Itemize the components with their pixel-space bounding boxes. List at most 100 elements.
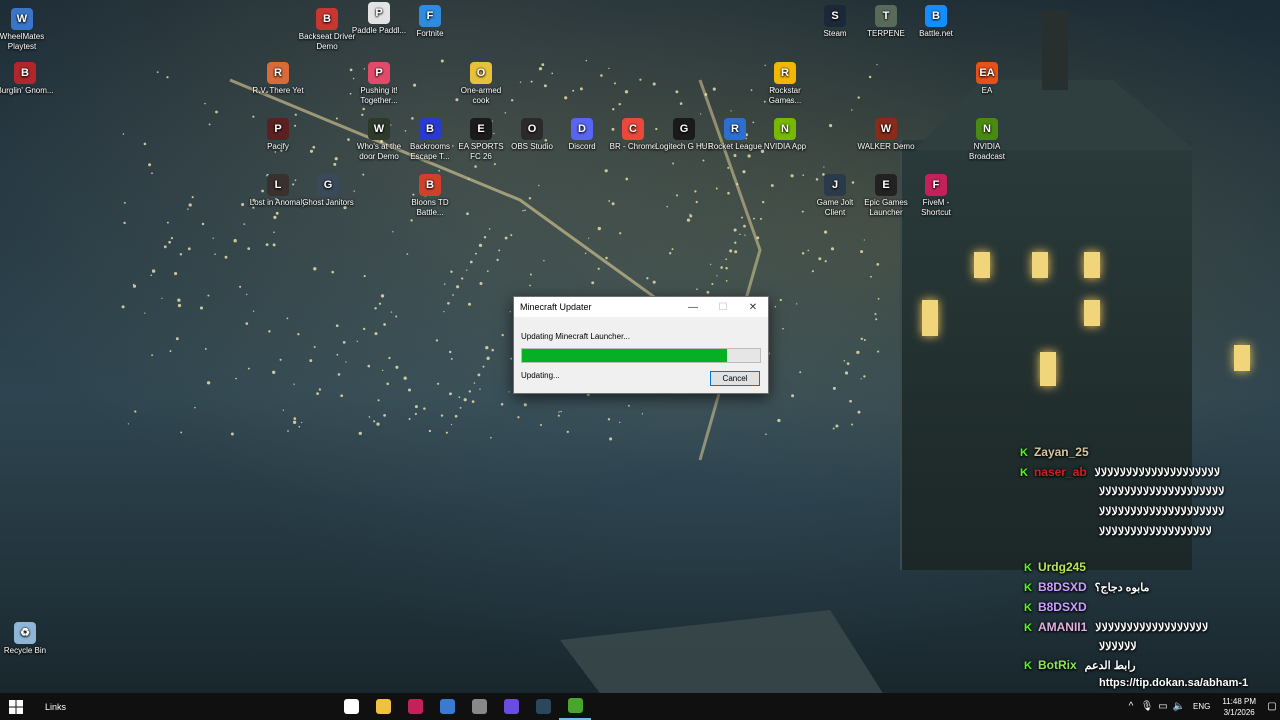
- clock[interactable]: 11:48 PM 3/1/2026: [1222, 696, 1256, 718]
- chat-message: ﻻﻻﻻﻻﻻﻻﻻﻻﻻﻻﻻﻻﻻﻻﻻﻻﻻﻻﻻﻻ: [1099, 485, 1224, 498]
- chat-text: ﻻﻻﻻﻻﻻﻻﻻﻻﻻﻻﻻﻻﻻﻻﻻﻻﻻﻻﻻﻻ: [1099, 506, 1225, 518]
- chat-text: ﻻﻻﻻﻻﻻﻻﻻﻻﻻﻻﻻﻻﻻﻻﻻﻻﻻﻻﻻﻻ: [1094, 467, 1221, 479]
- chat-username: naser_ab: [1033, 465, 1087, 479]
- taskbar-app-minecraft[interactable]: [559, 693, 591, 720]
- desktop-icon-ea[interactable]: EA EA: [958, 62, 1016, 96]
- chat-message: K Zayan_25: [1020, 445, 1089, 459]
- file-explorer-icon: [375, 699, 391, 714]
- house-window: [1234, 345, 1250, 371]
- taskbar-app-file-explorer[interactable]: [367, 693, 399, 720]
- desktop-icon-pacify[interactable]: P Pacify: [249, 118, 307, 152]
- one-armed-cook-icon: O: [470, 62, 492, 84]
- desktop-icon-who-s-at-the-door-demo[interactable]: W Who's at the door Demo: [350, 118, 408, 162]
- desktop-icon-one-armed-cook[interactable]: O One-armed cook: [452, 62, 510, 106]
- desktop-icon-label: Pushing it! Together...: [360, 86, 398, 105]
- desktop-icon-rockstar-games[interactable]: R Rockstar Games...: [756, 62, 814, 106]
- clock-time: 11:48 PM: [1222, 696, 1256, 706]
- language-indicator[interactable]: ENG: [1193, 702, 1210, 711]
- taskbar-app-steelseries[interactable]: [335, 693, 367, 720]
- progress-fill: [522, 349, 727, 362]
- desktop-icon-nvidia-app[interactable]: N NVIDIA App: [756, 118, 814, 152]
- start-button[interactable]: [0, 693, 32, 720]
- cancel-button[interactable]: Cancel: [710, 371, 760, 386]
- desktop-icon-ghost-janitors[interactable]: G Ghost Janitors: [299, 174, 357, 208]
- chat-text: رابط الدعم: [1084, 660, 1136, 672]
- desktop-icon-backseat-driver-demo[interactable]: B Backseat Driver Demo: [298, 8, 356, 52]
- dialog-titlebar[interactable]: Minecraft Updater — ☐ ✕: [514, 297, 768, 317]
- desktop-icon-wheelmates-playtest[interactable]: W WheelMates Playtest: [0, 8, 51, 52]
- notification-icon[interactable]: ▢: [1264, 701, 1280, 712]
- chevron-up-icon[interactable]: ^: [1123, 701, 1139, 712]
- desktop-icon-label: NVIDIA App: [763, 142, 807, 151]
- nvidia-broadcast-icon: N: [976, 118, 998, 140]
- kick-badge-icon: K: [1024, 622, 1032, 634]
- network-icon[interactable]: ▭: [1155, 701, 1171, 712]
- chat-username: AMANII1: [1037, 620, 1088, 634]
- desktop-icon-discord[interactable]: D Discord: [553, 118, 611, 152]
- volume-icon[interactable]: 🔈: [1171, 701, 1187, 712]
- backseat-driver-demo-icon: B: [316, 8, 338, 30]
- desktop-icon-fivem-shortcut[interactable]: F FiveM - Shortcut: [907, 174, 965, 218]
- desktop-icon-battle-net[interactable]: B Battle.net: [907, 5, 965, 39]
- desktop-icon-ea-sports-fc-26[interactable]: E EA SPORTS FC 26: [452, 118, 510, 162]
- desktop-icon-nvidia-broadcast[interactable]: N NVIDIA Broadcast: [958, 118, 1016, 162]
- links-toolbar[interactable]: Links: [45, 702, 325, 712]
- desktop-icon-label: Game Jolt Client: [816, 198, 854, 217]
- house-window: [974, 252, 990, 278]
- who-s-at-the-door-demo-icon: W: [368, 118, 390, 140]
- taskbar-app-fivem[interactable]: [399, 693, 431, 720]
- desktop-icon-fortnite[interactable]: F Fortnite: [401, 5, 459, 39]
- obs-studio-icon: O: [521, 118, 543, 140]
- chat-text: ﻻﻻﻻﻻﻻﻻ: [1099, 641, 1137, 653]
- update-status-text: Updating Minecraft Launcher...: [521, 332, 630, 341]
- minecraft-icon: [567, 698, 583, 713]
- desktop-icon-label: Backseat Driver Demo: [298, 32, 356, 51]
- kick-badge-icon: K: [1024, 660, 1032, 672]
- close-button[interactable]: ✕: [738, 297, 768, 317]
- br-chrome-icon: C: [622, 118, 644, 140]
- walker-demo-icon: W: [875, 118, 897, 140]
- minimize-button[interactable]: —: [678, 297, 708, 317]
- desktop-icon-label: Bloons TD Battle...: [411, 198, 449, 217]
- desktop-icon-paddle-paddl[interactable]: P Paddle Paddl...: [350, 2, 408, 36]
- desktop-icon-label: Discord: [568, 142, 596, 151]
- kick-badge-icon: K: [1024, 562, 1032, 574]
- chat-username: Urdg245: [1037, 560, 1086, 574]
- fivem-icon: [407, 699, 423, 714]
- desktop-icon-r-v-there-yet[interactable]: R R.V. There Yet: [249, 62, 307, 96]
- desktop-icon-label: Paddle Paddl...: [351, 26, 407, 35]
- desktop-icon-walker-demo[interactable]: W WALKER Demo: [857, 118, 915, 152]
- taskbar-apps: [335, 693, 591, 720]
- taskbar-app-store[interactable]: [431, 693, 463, 720]
- house-chimney: [1042, 10, 1068, 90]
- desktop-icon-label: WALKER Demo: [857, 142, 915, 151]
- taskbar-app-bm[interactable]: [463, 693, 495, 720]
- rockstar-games-icon: R: [774, 62, 796, 84]
- ea-icon: EA: [976, 62, 998, 84]
- desktop-icon-game-jolt-client[interactable]: J Game Jolt Client: [806, 174, 864, 218]
- desktop-icon-recycle-bin[interactable]: ♻ Recycle Bin: [0, 622, 54, 656]
- desktop-icon-label: Logitech G HUB: [655, 142, 713, 151]
- chat-text: ﻻﻻﻻﻻﻻﻻﻻﻻﻻﻻﻻﻻﻻﻻﻻﻻﻻﻻ: [1099, 526, 1212, 538]
- desktop-icon-logitech-g-hub[interactable]: G Logitech G HUB: [655, 118, 713, 152]
- desktop-icon-label: Fortnite: [416, 29, 444, 38]
- taskbar-app-app-diamond[interactable]: [495, 693, 527, 720]
- fivem-shortcut-icon: F: [925, 174, 947, 196]
- desktop-icon-br-chrome[interactable]: C BR - Chrome: [604, 118, 662, 152]
- chat-text: مابوه دجاج؟: [1094, 582, 1150, 594]
- r-v-there-yet-icon: R: [267, 62, 289, 84]
- nvidia-app-icon: N: [774, 118, 796, 140]
- taskbar-app-steam[interactable]: [527, 693, 559, 720]
- desktop-icon-steam[interactable]: S Steam: [806, 5, 864, 39]
- desktop-icon-backrooms-escape-t[interactable]: B Backrooms Escape T...: [401, 118, 459, 162]
- backrooms-escape-t-icon: B: [419, 118, 441, 140]
- microphone-icon[interactable]: 🎙: [1139, 701, 1155, 712]
- desktop-icon-pushing-it-together[interactable]: P Pushing it! Together...: [350, 62, 408, 106]
- desktop-icon-burglin-gnom[interactable]: B Burglin' Gnom...: [0, 62, 54, 96]
- chat-message: ﻻﻻﻻﻻﻻﻻﻻﻻﻻﻻﻻﻻﻻﻻﻻﻻﻻﻻ: [1099, 525, 1212, 538]
- desktop-icon-bloons-td-battle[interactable]: B Bloons TD Battle...: [401, 174, 459, 218]
- desktop-icon-label: R.V. There Yet: [252, 86, 304, 95]
- house-window: [1040, 352, 1056, 386]
- chat-username: B8DSXD: [1037, 600, 1087, 614]
- update-progress-bar: [521, 348, 761, 363]
